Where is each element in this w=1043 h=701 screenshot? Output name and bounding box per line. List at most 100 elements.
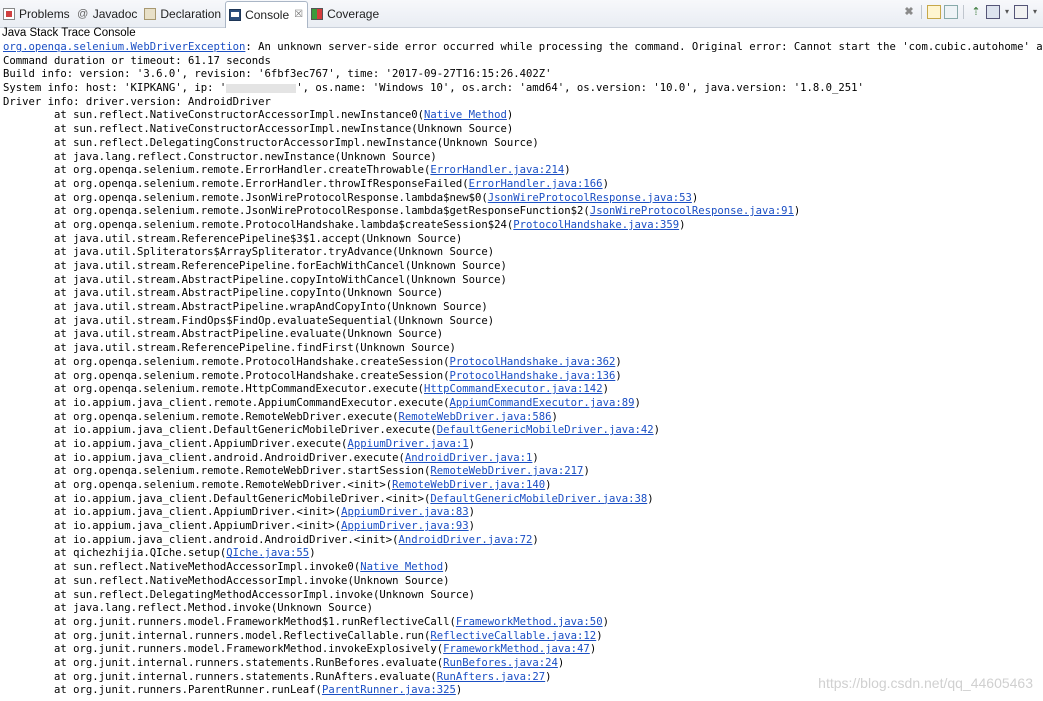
source-text: Unknown Source <box>353 574 444 587</box>
stack-frame-line: at org.openqa.selenium.remote.ProtocolHa… <box>3 219 1043 233</box>
source-text: Unknown Source <box>379 588 469 601</box>
stack-frame-line: at org.openqa.selenium.remote.RemoteWebD… <box>3 411 1043 425</box>
stack-frame-prefix: at <box>3 232 74 245</box>
console-text: Command duration or timeout: 61.17 secon… <box>3 54 271 67</box>
source-link[interactable]: HttpCommandExecutor.java:142 <box>424 383 603 395</box>
source-link[interactable]: QIche.java:55 <box>226 547 309 559</box>
source-link[interactable]: RunAfters.java:27 <box>437 671 545 683</box>
coverage-icon <box>311 7 324 20</box>
source-link[interactable]: RunBefores.java:24 <box>443 657 558 669</box>
paren: ) <box>500 260 507 272</box>
stack-frame-method: sun.reflect.DelegatingConstructorAccesso… <box>73 136 437 149</box>
tab-console[interactable]: Console ☒ <box>225 0 309 28</box>
stack-frame-method: io.appium.java_client.AppiumDriver.<init… <box>73 506 335 519</box>
source-link[interactable]: ErrorHandler.java:214 <box>430 164 564 176</box>
source-text: Unknown Source <box>398 314 488 327</box>
stack-frame-prefix: at <box>3 314 74 327</box>
source-link[interactable]: AppiumDriver.java:93 <box>341 520 469 532</box>
source-link[interactable]: DefaultGenericMobileDriver.java:38 <box>430 493 647 505</box>
stack-frame-line: at org.openqa.selenium.remote.HttpComman… <box>3 383 1043 397</box>
console-toolbar: ✖ ⇡ ▾ ▾ <box>902 5 1039 19</box>
stack-frame-line: at org.openqa.selenium.remote.RemoteWebD… <box>3 479 1043 493</box>
stack-frame-prefix: at <box>3 273 74 286</box>
paren: ) <box>366 602 373 615</box>
source-link[interactable]: RemoteWebDriver.java:586 <box>398 411 551 423</box>
stack-frame-line: at sun.reflect.DelegatingConstructorAcce… <box>3 137 1043 151</box>
stack-frame-method: io.appium.java_client.remote.AppiumComma… <box>73 396 444 409</box>
source-link[interactable]: AppiumDriver.java:1 <box>347 438 468 450</box>
source-link[interactable]: AndroidDriver.java:72 <box>398 534 532 546</box>
source-link[interactable]: JsonWireProtocolResponse.java:91 <box>590 205 794 217</box>
stack-frame-method: java.util.stream.ReferencePipeline.forEa… <box>73 260 405 272</box>
source-link[interactable]: ProtocolHandshake.java:359 <box>513 219 679 231</box>
stack-frame-line: at sun.reflect.NativeMethodAccessorImpl.… <box>3 575 1043 589</box>
source-link[interactable]: Native Method <box>360 561 443 573</box>
source-link[interactable]: AppiumDriver.java:83 <box>341 506 469 518</box>
exception-link[interactable]: org.openqa.selenium.WebDriverException <box>3 41 245 53</box>
stack-frame-method: org.junit.internal.runners.statements.Ru… <box>73 670 431 683</box>
stack-frame-prefix: at <box>3 588 74 601</box>
source-link[interactable]: RemoteWebDriver.java:140 <box>392 479 545 491</box>
stack-frame-line: at io.appium.java_client.remote.AppiumCo… <box>3 397 1043 411</box>
paren: ) <box>532 136 539 149</box>
source-link[interactable]: RemoteWebDriver.java:217 <box>430 465 583 477</box>
source-link[interactable]: ErrorHandler.java:166 <box>469 178 603 190</box>
paren: ) <box>679 218 686 231</box>
stack-frame-method: org.openqa.selenium.remote.JsonWireProto… <box>73 205 584 218</box>
tab-problems[interactable]: Problems <box>0 1 74 27</box>
stack-frame-prefix: at <box>3 218 74 231</box>
close-tab-icon[interactable]: ☒ <box>294 9 303 20</box>
source-link[interactable]: ReflectiveCallable.java:12 <box>430 630 596 642</box>
remove-launch-icon[interactable] <box>927 5 941 19</box>
paren: ) <box>481 301 488 314</box>
stack-frame-method: qichezhijia.QIche.setup <box>73 547 220 560</box>
source-link[interactable]: ParentRunner.java:325 <box>322 684 456 696</box>
stack-frame-line: at org.openqa.selenium.remote.RemoteWebD… <box>3 465 1043 479</box>
stack-frame-line: at org.junit.runners.model.FrameworkMeth… <box>3 616 1043 630</box>
paren: ) <box>564 164 571 177</box>
tab-coverage[interactable]: Coverage <box>308 1 383 27</box>
console-icon <box>229 8 242 21</box>
stack-frame-line: at java.util.stream.AbstractPipeline.cop… <box>3 274 1043 288</box>
source-link[interactable]: AppiumCommandExecutor.java:89 <box>450 397 635 409</box>
stack-frame-line: at java.util.stream.ReferencePipeline.fi… <box>3 342 1043 356</box>
source-link[interactable]: DefaultGenericMobileDriver.java:42 <box>437 424 654 436</box>
source-text: Unknown Source <box>360 342 450 355</box>
console-title: Java Stack Trace Console <box>2 27 136 39</box>
source-link[interactable]: Native Method <box>424 109 507 121</box>
terminate-icon[interactable]: ✖ <box>902 5 916 19</box>
stack-frame-method: io.appium.java_client.AppiumDriver.execu… <box>73 437 342 450</box>
source-link[interactable]: JsonWireProtocolResponse.java:53 <box>488 192 692 204</box>
source-link[interactable]: AndroidDriver.java:1 <box>405 452 533 464</box>
source-text: Unknown Source <box>341 150 431 163</box>
open-console-icon[interactable] <box>1014 5 1028 19</box>
console-output[interactable]: org.openqa.selenium.WebDriverException: … <box>3 41 1043 701</box>
stack-frame-prefix: at <box>3 437 74 450</box>
chevron-down-icon[interactable]: ▾ <box>1003 5 1011 19</box>
stack-frame-prefix: at <box>3 520 74 533</box>
stack-frame-line: at java.lang.reflect.Constructor.newInst… <box>3 151 1043 165</box>
chevron-down-icon[interactable]: ▾ <box>1031 5 1039 19</box>
pin-console-icon[interactable]: ⇡ <box>969 5 983 19</box>
source-link[interactable]: ProtocolHandshake.java:136 <box>450 370 616 382</box>
stack-frame-prefix: at <box>3 656 74 669</box>
paren: ) <box>506 109 514 122</box>
stack-frame-method: io.appium.java_client.AppiumDriver.<init… <box>73 520 335 533</box>
tab-declaration[interactable]: Declaration <box>141 1 225 27</box>
stack-frame-method: java.util.stream.AbstractPipeline.evalua… <box>73 328 342 341</box>
tab-javadoc[interactable]: @ Javadoc <box>74 1 142 27</box>
paren: ) <box>532 533 539 546</box>
stack-frame-method: sun.reflect.NativeMethodAccessorImpl.inv… <box>73 574 348 587</box>
stack-frame-line: at org.junit.internal.runners.statements… <box>3 657 1043 671</box>
source-link[interactable]: FrameworkMethod.java:47 <box>443 643 590 655</box>
display-selected-console-icon[interactable] <box>986 5 1000 19</box>
stack-frame-line: at io.appium.java_client.AppiumDriver.ex… <box>3 438 1043 452</box>
remove-all-terminated-icon[interactable] <box>944 5 958 19</box>
source-text: Unknown Source <box>347 287 437 300</box>
source-link[interactable]: FrameworkMethod.java:50 <box>456 616 603 628</box>
paren: ) <box>615 355 622 368</box>
source-link[interactable]: ProtocolHandshake.java:362 <box>450 356 616 368</box>
paren: ) <box>500 273 507 286</box>
tab-coverage-label: Coverage <box>327 6 380 21</box>
stack-frame-method: org.openqa.selenium.remote.RemoteWebDriv… <box>73 465 424 478</box>
